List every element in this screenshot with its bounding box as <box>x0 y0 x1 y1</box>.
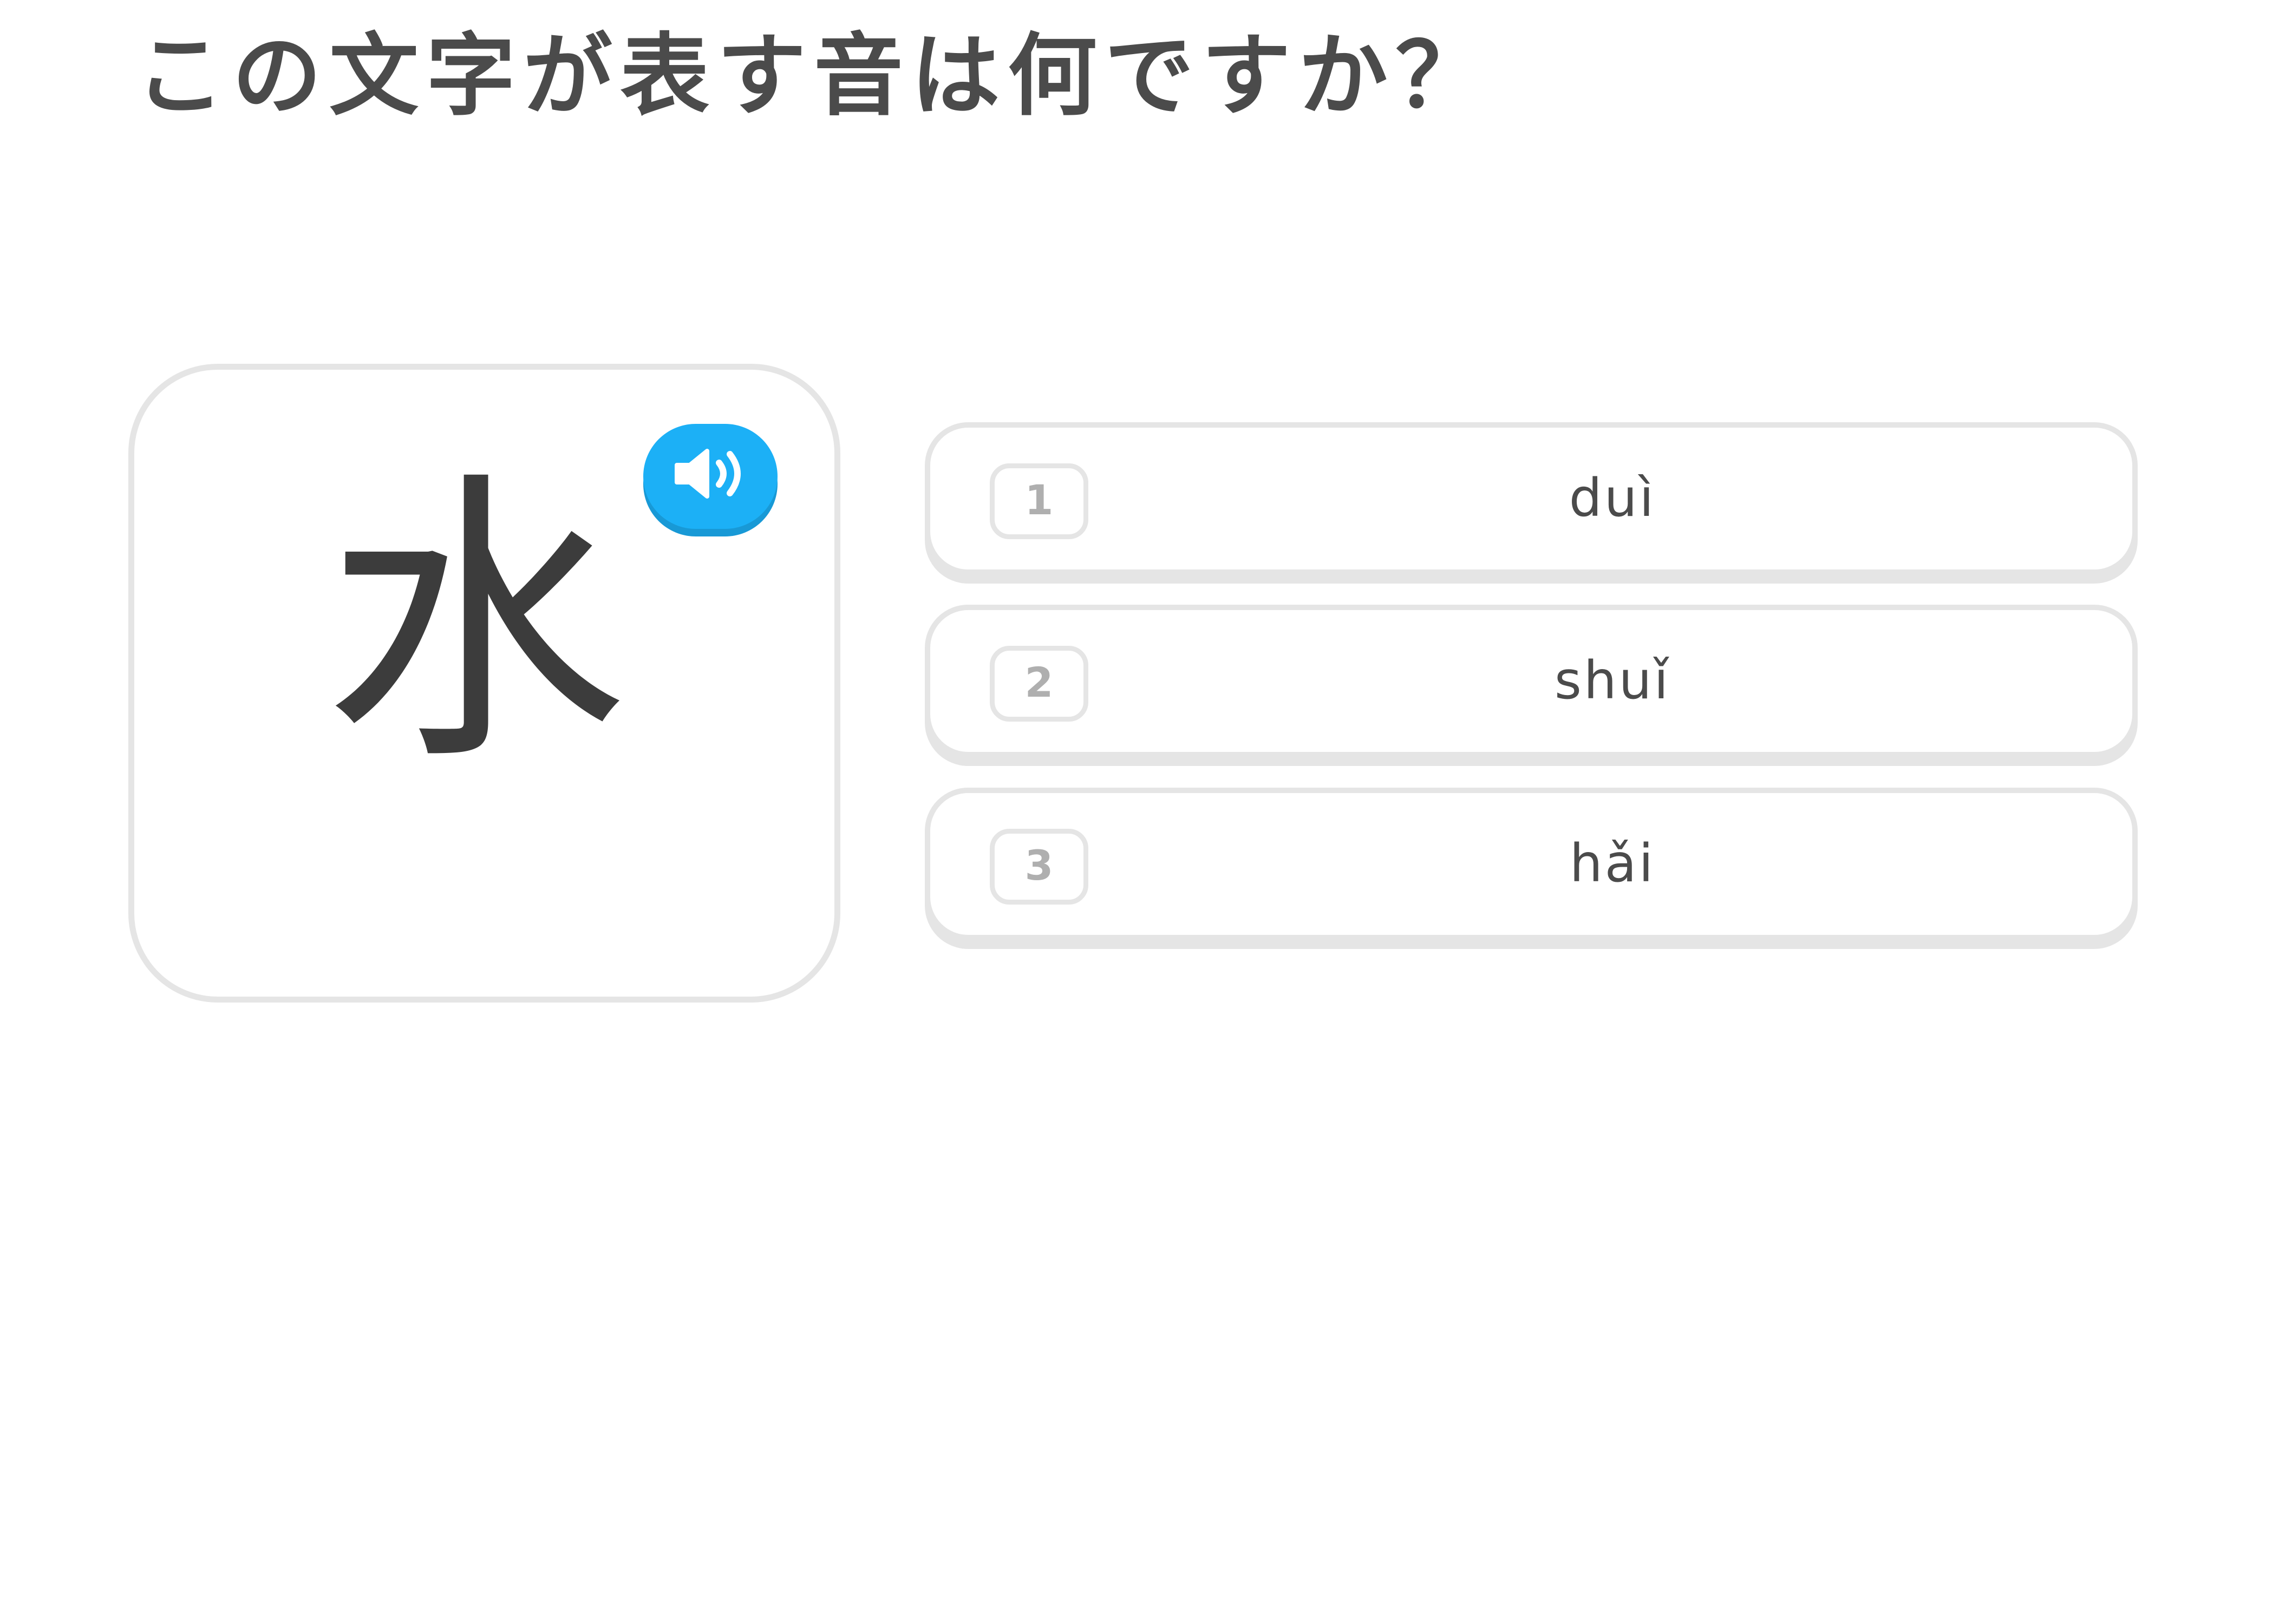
choice-number-badge: 1 <box>990 463 1088 539</box>
choice-label: shuǐ <box>1554 650 1671 711</box>
character-card: 水 <box>128 364 840 1003</box>
answer-choice-3[interactable]: 3 hǎi <box>925 788 2138 940</box>
answer-choice-1[interactable]: 1 duì <box>925 422 2138 575</box>
choice-label: duì <box>1569 468 1656 528</box>
choice-number-badge: 3 <box>990 829 1088 905</box>
character-glyph: 水 <box>324 448 627 801</box>
choice-label: hǎi <box>1569 833 1656 894</box>
answer-choice-2[interactable]: 2 shuǐ <box>925 605 2138 757</box>
speaker-icon <box>675 449 741 499</box>
choice-number-badge: 2 <box>990 646 1088 722</box>
play-audio-button[interactable] <box>643 424 778 529</box>
challenge-prompt: この文字が表す音は何ですか？ <box>135 24 1492 128</box>
